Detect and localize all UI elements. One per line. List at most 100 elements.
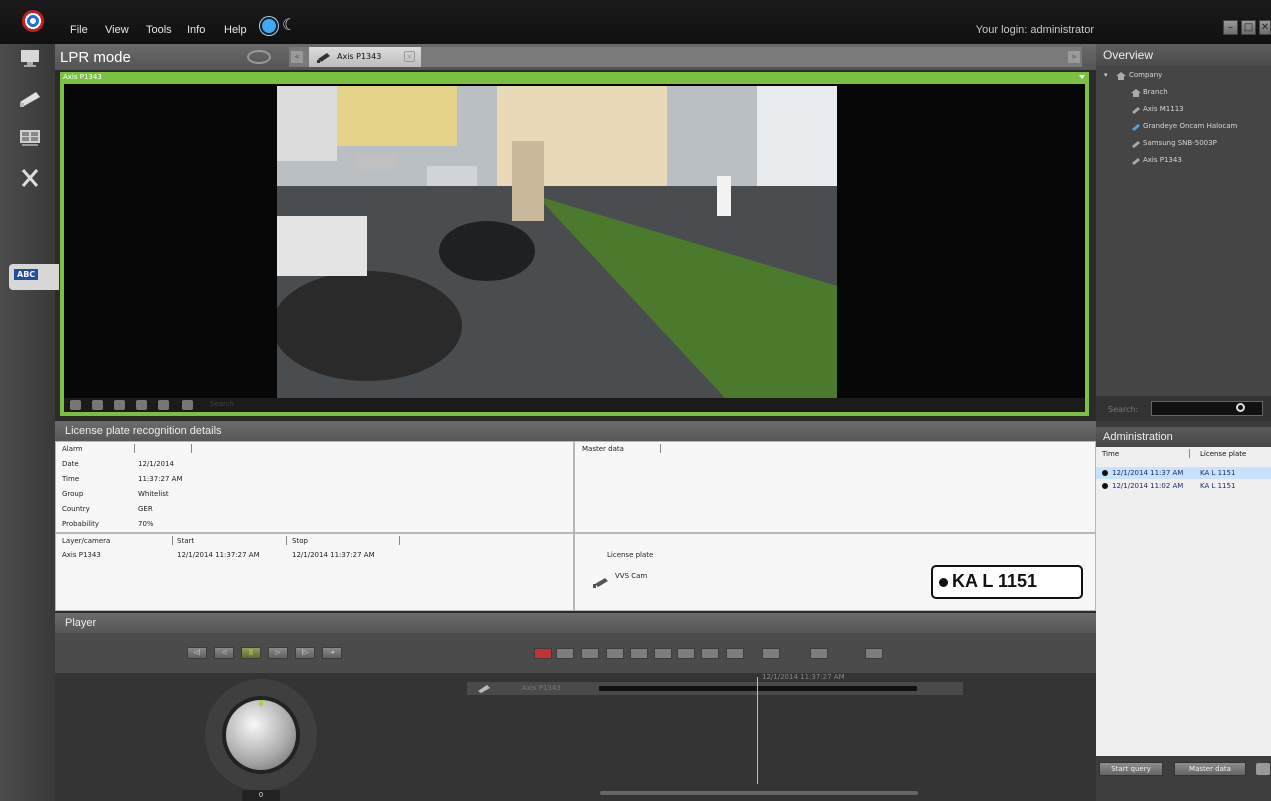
player-title: Player <box>65 617 97 629</box>
time-label: Time <box>62 475 80 483</box>
timeline-cursor[interactable] <box>757 677 758 784</box>
table-row[interactable]: 12/1/2014 11:02 AM KA L 1151 <box>1096 480 1271 492</box>
administration-header: Administration <box>1096 427 1271 447</box>
date-value: 12/1/2014 <box>138 460 174 468</box>
camera-icon[interactable] <box>18 88 42 108</box>
tab-axis-p1343[interactable]: Axis P1343 × <box>309 47 421 67</box>
audio-icon[interactable] <box>158 400 169 410</box>
menu-help[interactable]: Help <box>224 24 247 36</box>
details-panel: Alarm Date 12/1/2014 Time 11:37:27 AM Gr… <box>55 441 1096 611</box>
night-mode-icon[interactable]: ☾ <box>282 17 296 33</box>
timeline-scrollbar[interactable] <box>600 791 918 795</box>
timeline-track[interactable]: Axis P1343 <box>467 682 963 695</box>
tree-expand-icon[interactable]: ▾ <box>1104 71 1108 79</box>
app-logo-icon[interactable] <box>22 10 44 32</box>
pause-button[interactable]: || <box>241 647 261 659</box>
layer-section: Layer/camera Start Stop Axis P1343 12/1/… <box>55 533 574 611</box>
menu-info[interactable]: Info <box>187 24 205 36</box>
step-back-button[interactable]: ◁ <box>214 647 234 659</box>
administration-table: Time License plate 12/1/2014 11:37 AM KA… <box>1096 447 1271 756</box>
tab-scroll-left-button[interactable]: « <box>291 51 303 63</box>
master-data-button[interactable]: Master data <box>1174 762 1246 776</box>
search-icon[interactable] <box>1236 403 1245 412</box>
zoom-icon[interactable] <box>70 400 81 410</box>
search-input[interactable] <box>1151 401 1263 416</box>
play-button[interactable]: ▷ <box>268 647 288 659</box>
settings-button[interactable] <box>865 648 883 659</box>
probability-value: 70% <box>138 520 154 528</box>
record-icon[interactable] <box>136 400 147 410</box>
video-wall-icon[interactable] <box>18 128 42 148</box>
column-header-license-plate[interactable]: License plate <box>1200 450 1246 458</box>
row-plate: KA L 1151 <box>1200 469 1236 477</box>
close-button[interactable]: ✕ <box>1259 20 1271 35</box>
tree-item-branch[interactable]: Branch <box>1143 88 1168 96</box>
marker-button[interactable] <box>762 648 780 659</box>
start-query-button[interactable]: Start query <box>1099 762 1163 776</box>
monitor-icon[interactable] <box>18 48 42 68</box>
table-row[interactable]: 12/1/2014 11:37 AM KA L 1151 <box>1096 467 1271 479</box>
jog-dial-knob[interactable] <box>226 700 296 770</box>
person-icon[interactable] <box>92 400 103 410</box>
tree-item-axis-m1113[interactable]: Axis M1113 <box>1143 105 1184 113</box>
home-icon <box>1116 72 1126 80</box>
tab-label: Axis P1343 <box>337 52 382 61</box>
camera-icon <box>1132 141 1140 148</box>
close-tab-icon[interactable]: × <box>404 51 415 62</box>
flag-button[interactable] <box>677 648 695 659</box>
menu-view[interactable]: View <box>105 24 129 36</box>
layer-start-cell: 12/1/2014 11:37:27 AM <box>177 551 260 559</box>
chevron-down-icon[interactable] <box>1079 75 1085 79</box>
master-data-section: Master data <box>574 441 1096 533</box>
export-icon[interactable] <box>182 400 193 410</box>
dial-marker-icon <box>259 700 263 706</box>
export-icon[interactable] <box>1256 763 1270 775</box>
maximize-button[interactable]: □ <box>1241 20 1256 35</box>
zoom-in-button[interactable] <box>630 648 648 659</box>
license-plate-badge: KA L 1151 <box>931 565 1083 599</box>
eye-icon[interactable] <box>114 400 125 410</box>
administration-footer: Start query Master data <box>1096 756 1271 801</box>
center-button[interactable] <box>726 648 744 659</box>
skip-back-button[interactable]: ◁| <box>187 647 207 659</box>
search-button[interactable] <box>701 648 719 659</box>
timeline-mark-button[interactable] <box>534 648 552 659</box>
group-value: Whitelist <box>138 490 169 498</box>
lpr-mode-tab[interactable]: ABC <box>9 264 59 290</box>
camera-search-field[interactable]: Search <box>210 400 234 408</box>
home-icon <box>1131 89 1141 97</box>
camera-view[interactable]: Axis P1343 Search <box>60 72 1089 416</box>
sync-button[interactable] <box>654 648 672 659</box>
master-data-header: Master data <box>582 445 624 453</box>
step-forward-button[interactable]: |▷ <box>295 647 315 659</box>
column-header-time[interactable]: Time <box>1102 450 1119 458</box>
tree-item-samsung[interactable]: Samsung SNB-5003P <box>1143 139 1217 147</box>
skip-forward-button[interactable]: ⇥ <box>322 647 342 659</box>
export-button[interactable] <box>810 648 828 659</box>
eye-icon[interactable] <box>247 50 271 64</box>
menu-tools[interactable]: Tools <box>146 24 172 36</box>
overview-header: Overview <box>1096 44 1271 66</box>
timeline-grid-button[interactable] <box>556 648 574 659</box>
camera-icon <box>1132 124 1140 131</box>
tree-item-grandeye[interactable]: Grandeye Oncam Halocam <box>1143 122 1237 130</box>
camera-icon <box>593 578 608 588</box>
menu-file[interactable]: File <box>70 24 88 36</box>
player-controls: ◁| ◁ || ▷ |▷ ⇥ <box>55 633 1096 673</box>
day-mode-icon[interactable] <box>262 19 276 33</box>
view-header: LPR mode « Axis P1343 × » <box>55 44 1096 70</box>
minimize-button[interactable]: – <box>1223 20 1238 35</box>
stop-header: Stop <box>292 537 308 545</box>
camera-view-title: Axis P1343 <box>63 73 102 81</box>
tab-scroll-right-button[interactable]: » <box>1068 51 1080 63</box>
timeline-clock-button[interactable] <box>581 648 599 659</box>
login-label: Your login: administrator <box>975 24 1094 36</box>
tree-item-company[interactable]: Company <box>1129 71 1162 79</box>
tools-icon[interactable] <box>18 168 42 188</box>
zoom-out-button[interactable] <box>606 648 624 659</box>
tree-item-axis-p1343[interactable]: Axis P1343 <box>1143 156 1182 164</box>
license-plate-text: KA L 1151 <box>952 571 1038 591</box>
plate-source-camera: VVS Cam <box>615 572 648 580</box>
probability-label: Probability <box>62 520 100 528</box>
camera-toolbar: Search <box>64 398 1085 412</box>
